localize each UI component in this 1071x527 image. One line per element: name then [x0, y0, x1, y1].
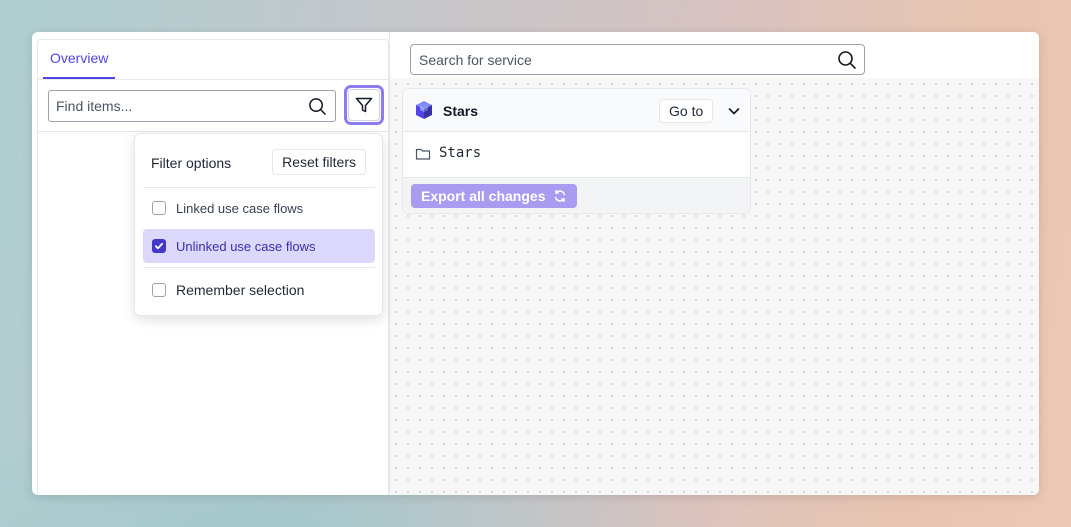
folder-icon	[415, 148, 431, 160]
sync-icon	[555, 190, 566, 202]
search-icon[interactable]	[308, 97, 327, 116]
go-to-button[interactable]: Go to	[659, 99, 714, 123]
app-window: Overview Filter options Re	[32, 32, 1039, 495]
service-card-title: Stars	[443, 103, 479, 119]
filter-option-unlinked[interactable]: Unlinked use case flows	[143, 229, 375, 263]
filter-option-label: Unlinked use case flows	[176, 238, 316, 254]
reset-filters-button[interactable]: Reset filters	[272, 149, 366, 175]
linked-checkbox[interactable]	[152, 201, 166, 215]
filter-button-inner	[348, 89, 380, 121]
remember-selection-label: Remember selection	[176, 282, 305, 298]
service-canvas[interactable]: Stars Go to Stars Export all changes	[389, 78, 1039, 495]
export-button-label: Export all changes	[421, 188, 546, 204]
find-items-input[interactable]	[49, 91, 299, 121]
dropdown-divider	[143, 267, 375, 268]
service-card: Stars Go to Stars Export all changes	[402, 88, 751, 214]
find-items-field[interactable]	[48, 90, 336, 122]
filter-options-title: Filter options	[151, 155, 232, 171]
remember-selection-option[interactable]: Remember selection	[143, 273, 375, 307]
folder-row-label: Stars	[439, 145, 482, 161]
filter-button[interactable]	[344, 85, 384, 125]
dropdown-divider	[143, 187, 375, 188]
filter-icon	[355, 97, 373, 113]
export-all-changes-button[interactable]: Export all changes	[411, 184, 578, 208]
service-search-input[interactable]	[411, 45, 821, 74]
search-icon[interactable]	[837, 50, 857, 70]
filter-dropdown: Filter options Reset filters Linked use …	[134, 133, 383, 316]
filter-option-linked[interactable]: Linked use case flows	[143, 191, 375, 225]
filter-dropdown-header: Filter options Reset filters	[135, 134, 382, 188]
cube-icon	[416, 101, 432, 119]
filter-option-label: Linked use case flows	[176, 200, 304, 216]
chevron-down-icon[interactable]	[726, 103, 742, 119]
tab-bar: Overview	[38, 40, 388, 80]
folder-row[interactable]: Stars	[403, 132, 750, 178]
right-top-bar	[389, 32, 1039, 78]
left-panel: Overview Filter options Re	[37, 39, 389, 495]
tab-overview[interactable]: Overview	[43, 40, 116, 79]
remember-checkbox[interactable]	[152, 283, 166, 297]
left-divider	[38, 131, 388, 132]
check-icon	[154, 242, 164, 250]
service-search-field[interactable]	[410, 44, 865, 75]
unlinked-checkbox[interactable]	[152, 239, 166, 253]
service-card-footer: Export all changes	[403, 178, 750, 213]
service-card-header: Stars Go to	[403, 89, 750, 132]
